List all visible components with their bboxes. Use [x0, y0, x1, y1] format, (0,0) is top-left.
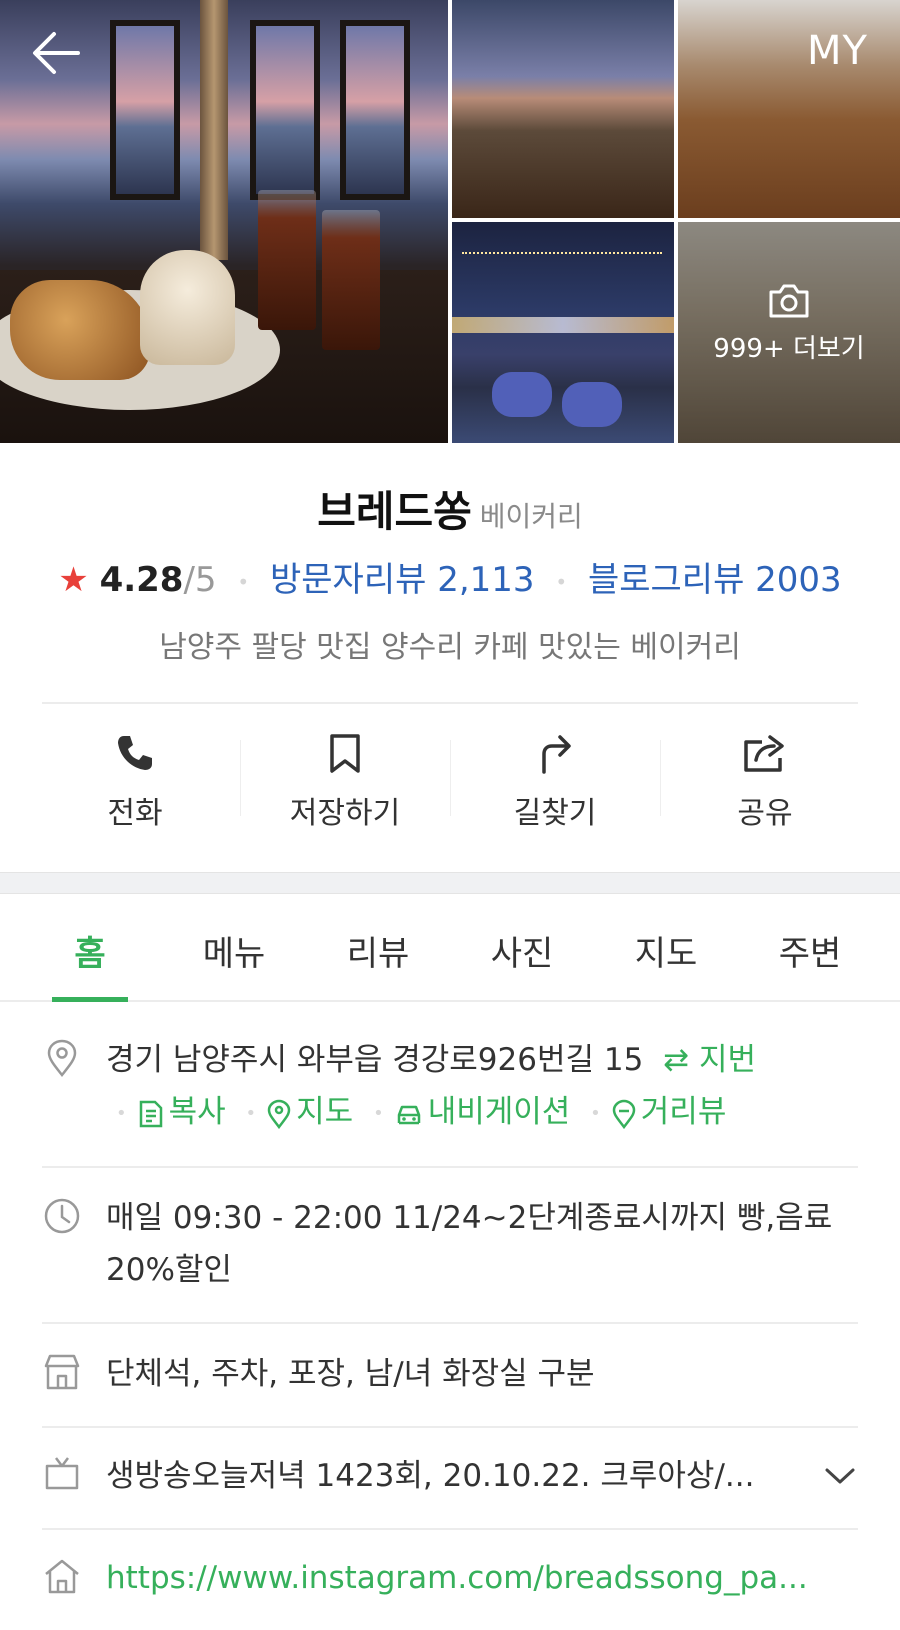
divider — [42, 702, 858, 704]
directions-button[interactable]: 길찾기 — [450, 724, 660, 834]
hours-text: 매일 09:30 - 22:00 11/24~2단계종료시까지 빵,음료20%할… — [106, 1200, 833, 1288]
tab-photos[interactable]: 사진 — [450, 894, 594, 1000]
photo-window — [340, 20, 410, 200]
street-view-link[interactable]: 거리뷰 — [611, 1094, 727, 1130]
directions-icon — [542, 735, 571, 774]
homepage-row: https://www.instagram.com/breadssong_pa.… — [42, 1552, 858, 1612]
place-name: 브레드쏭 — [317, 487, 472, 536]
copy-link[interactable]: 복사 — [137, 1094, 226, 1130]
separator-dot: • — [245, 1102, 257, 1124]
address-toggle-label: 지번 — [699, 1042, 757, 1078]
directions-label: 길찾기 — [513, 796, 597, 831]
camera-icon — [769, 284, 809, 318]
visitor-reviews-link[interactable]: 방문자리뷰 2,113 — [270, 560, 535, 600]
map-label: 지도 — [296, 1094, 354, 1130]
photo-bread — [140, 250, 235, 365]
tv-row[interactable]: 생방송오늘저녁 1423회, 20.10.22. 크루아상/... — [42, 1450, 858, 1510]
facilities-text: 단체석, 주차, 포장, 남/녀 화장실 구분 — [106, 1356, 595, 1392]
address-toggle[interactable]: ⇄ 지번 — [663, 1042, 756, 1078]
photo-tree — [200, 0, 228, 260]
share-label: 공유 — [737, 796, 793, 831]
copy-icon — [139, 1100, 162, 1127]
address-links: • 복사 • 지도 • 내비게이션 • 거리뷰 — [106, 1086, 858, 1140]
separator-dot: • — [590, 1102, 601, 1124]
photo-window — [110, 20, 180, 200]
thumbnail-photo[interactable] — [452, 222, 674, 443]
more-photos-button[interactable]: 999+ 더보기 — [678, 282, 900, 365]
tab-menu[interactable]: 메뉴 — [162, 894, 306, 1000]
photo-string-lights — [462, 252, 662, 282]
rating-value: 4.28 — [99, 560, 184, 600]
save-button[interactable]: 저장하기 — [240, 724, 450, 834]
section-gap — [0, 872, 900, 894]
map-pin-icon — [267, 1099, 291, 1129]
separator-dot: • — [116, 1102, 127, 1124]
address-row: 경기 남양주시 와부읍 경강로926번길 15 ⇄ 지번 • 복사 • 지도 • 내비… — [42, 1034, 858, 1154]
tv-icon — [45, 1457, 79, 1490]
store-icon — [44, 1354, 80, 1390]
photo-croissant — [10, 280, 150, 380]
photo-beanbag — [492, 372, 552, 417]
save-label: 저장하기 — [289, 796, 401, 831]
address-line: 경기 남양주시 와부읍 경강로926번길 15 ⇄ 지번 — [106, 1034, 858, 1086]
facilities-row: 단체석, 주차, 포장, 남/녀 화장실 구분 — [42, 1348, 858, 1408]
place-title: 브레드쏭 베이커리 — [0, 478, 900, 539]
tab-map[interactable]: 지도 — [594, 894, 738, 1000]
photo-glass — [322, 210, 380, 350]
call-button[interactable]: 전화 — [30, 724, 240, 834]
tab-reviews[interactable]: 리뷰 — [306, 894, 450, 1000]
action-bar: 전화 저장하기 길찾기 공유 — [30, 724, 870, 834]
location-pin-icon — [47, 1039, 77, 1078]
bookmark-icon — [330, 734, 360, 773]
back-button[interactable] — [28, 28, 84, 78]
divider — [42, 1528, 858, 1530]
street-view-label: 거리뷰 — [640, 1094, 727, 1130]
tab-nearby[interactable]: 주변 — [738, 894, 882, 1000]
more-photos-label: 999+ 더보기 — [713, 334, 865, 364]
share-icon — [744, 735, 784, 772]
thumbnail-photo[interactable] — [452, 0, 674, 218]
rating-row: ★ 4.28/5 • 방문자리뷰 2,113 • 블로그리뷰 2003 — [0, 552, 900, 601]
street-view-icon — [612, 1099, 636, 1129]
copy-label: 복사 — [168, 1094, 226, 1130]
hours-row: 매일 09:30 - 22:00 11/24~2단계종료시까지 빵,음료20%할… — [42, 1192, 858, 1302]
homepage-link[interactable]: https://www.instagram.com/breadssong_pa.… — [106, 1552, 858, 1604]
blog-reviews-link[interactable]: 블로그리뷰 2003 — [588, 560, 842, 600]
my-button[interactable]: MY — [807, 28, 868, 74]
address-text: 경기 남양주시 와부읍 경강로926번길 15 — [106, 1042, 644, 1078]
separator-dot: • — [373, 1102, 384, 1124]
navigation-link[interactable]: 내비게이션 — [394, 1094, 571, 1130]
tab-bar: 홈 메뉴 리뷰 사진 지도 주변 — [0, 894, 900, 1002]
separator-dot: • — [237, 569, 250, 594]
car-icon — [397, 1105, 420, 1124]
chevron-down-icon[interactable] — [822, 1460, 858, 1490]
phone-icon — [118, 736, 152, 770]
call-label: 전화 — [107, 796, 163, 831]
place-description: 남양주 팔당 맛집 양수리 카페 맛있는 베이커리 — [159, 630, 741, 665]
photo-beanbag — [562, 382, 622, 427]
rating-max: /5 — [183, 560, 217, 600]
star-icon: ★ — [58, 560, 89, 600]
back-arrow-icon — [33, 32, 80, 74]
home-icon — [45, 1559, 79, 1594]
divider — [42, 1166, 858, 1168]
share-button[interactable]: 공유 — [660, 724, 870, 834]
tv-text: 생방송오늘저녁 1423회, 20.10.22. 크루아상/... — [106, 1458, 755, 1494]
clock-icon — [44, 1198, 80, 1234]
divider — [42, 1426, 858, 1428]
divider — [42, 1322, 858, 1324]
place-category: 베이커리 — [479, 500, 583, 533]
separator-dot: • — [555, 569, 568, 594]
tab-home[interactable]: 홈 — [18, 894, 162, 1002]
photo-window — [250, 20, 320, 200]
photo-gallery: 999+ 더보기 MY — [0, 0, 900, 443]
map-link[interactable]: 지도 — [266, 1094, 353, 1130]
navigation-label: 내비게이션 — [427, 1094, 571, 1130]
photo-city-lights — [452, 317, 674, 333]
photo-glass — [258, 190, 316, 330]
